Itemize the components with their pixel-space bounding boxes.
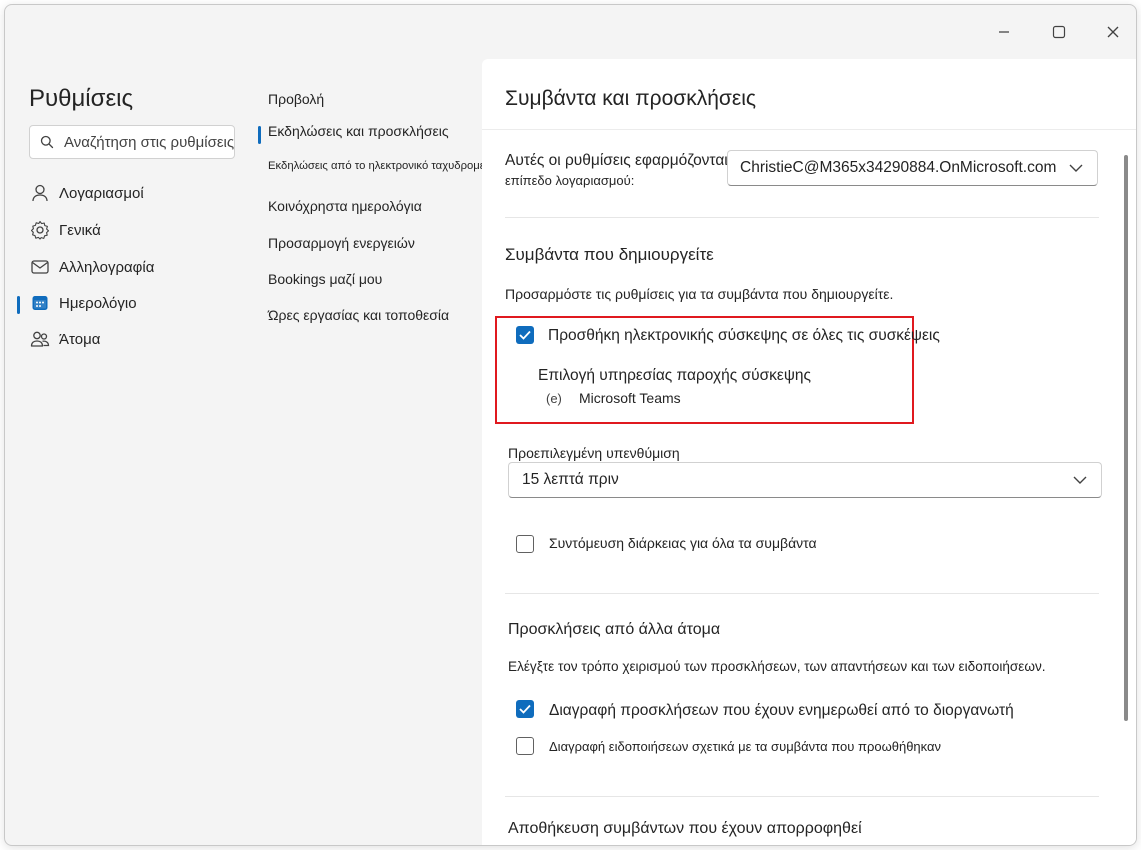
- gear-icon: [29, 219, 51, 241]
- account-dropdown[interactable]: ChristieC@M365x34290884.OnMicrosoft.com: [727, 150, 1098, 186]
- reminder-dropdown[interactable]: 15 λεπτά πριν: [508, 462, 1102, 498]
- account-dropdown-value: ChristieC@M365x34290884.OnMicrosoft.com: [740, 159, 1057, 176]
- settings-window: Ρυθμίσεις Λογαριασμοί Γενικά Αλληλογραφί…: [4, 4, 1137, 846]
- person-icon: [29, 182, 51, 204]
- nav-item-calendar[interactable]: Ημερολόγιο: [29, 287, 249, 319]
- minimize-button[interactable]: [984, 17, 1024, 47]
- close-icon: [1107, 26, 1119, 38]
- settings-panel: Συμβάντα και προσκλήσεις Αυτές οι ρυθμίσ…: [482, 59, 1136, 845]
- chevron-down-icon: [1069, 164, 1083, 172]
- subnav-item-events-from-email[interactable]: Εκδηλώσεις από το ηλεκτρονικό ταχυδρομεί…: [268, 160, 494, 172]
- minimize-icon: [999, 31, 1009, 33]
- events-section-heading: Συμβάντα που δημιουργείτε: [505, 245, 714, 264]
- title-bar: [5, 5, 1136, 59]
- subnav-item-events-invitations[interactable]: Εκδηλώσεις και προσκλήσεις: [268, 123, 449, 139]
- nav-item-label: Γενικά: [59, 221, 101, 239]
- subnav-item-work-hours[interactable]: Ώρες εργασίας και τοποθεσία: [268, 307, 449, 323]
- nav-item-accounts[interactable]: Λογαριασμοί: [29, 177, 249, 209]
- subnav-item-shared-calendars[interactable]: Κοινόχρηστα ημερολόγια: [268, 198, 422, 214]
- events-section-description: Προσαρμόστε τις ρυθμίσεις για τα συμβάντ…: [505, 286, 894, 302]
- search-icon: [40, 135, 54, 149]
- scrollbar[interactable]: [1124, 155, 1128, 721]
- account-scope-label-line2: επίπεδο λογαριασμού:: [505, 173, 635, 188]
- teams-icon: (e): [546, 391, 562, 406]
- delete-forwarded-notifications-label: Διαγραφή ειδοποιήσεων σχετικά με τα συμβ…: [549, 739, 942, 754]
- subnav-item-view[interactable]: Προβολή: [268, 91, 324, 107]
- shorten-duration-label: Συντόμευση διάρκειας για όλα τα συμβάντα: [549, 535, 817, 551]
- delete-updated-invitations-checkbox[interactable]: [516, 700, 534, 718]
- search-input[interactable]: [64, 133, 234, 151]
- section-divider: [505, 217, 1099, 218]
- checkmark-icon: [519, 330, 531, 340]
- add-online-meeting-checkbox[interactable]: [516, 326, 534, 344]
- settings-title: Ρυθμίσεις: [29, 85, 134, 112]
- reminder-label: Προεπιλεγμένη υπενθύμιση: [508, 445, 680, 461]
- meeting-provider-value[interactable]: Microsoft Teams: [579, 390, 681, 406]
- panel-header: Συμβάντα και προσκλήσεις: [482, 59, 1136, 130]
- checkmark-icon: [519, 704, 531, 714]
- nav-item-label: Άτομα: [59, 330, 101, 348]
- subnav-selected-indicator: [258, 126, 261, 144]
- reminder-dropdown-value: 15 λεπτά πριν: [522, 471, 619, 488]
- subnav-item-bookings[interactable]: Bookings μαζί μου: [268, 271, 382, 287]
- nav-item-label: Λογαριασμοί: [59, 184, 144, 202]
- nav-item-label: Ημερολόγιο: [59, 294, 137, 312]
- calendar-icon: [29, 292, 51, 314]
- nav-selected-indicator: [17, 296, 20, 314]
- account-scope-label-line1: Αυτές οι ρυθμίσεις εφαρμόζονται σε: [505, 152, 749, 169]
- invitations-section-description: Ελέγξτε τον τρόπο χειρισμού των προσκλήσ…: [508, 659, 1046, 674]
- close-button[interactable]: [1093, 17, 1133, 47]
- section-divider: [505, 796, 1099, 797]
- nav-item-mail[interactable]: Αλληλογραφία: [29, 251, 249, 283]
- maximize-button[interactable]: [1039, 17, 1079, 47]
- add-online-meeting-label: Προσθήκη ηλεκτρονικής σύσκεψης σε όλες τ…: [548, 327, 940, 344]
- nav-item-label: Αλληλογραφία: [59, 258, 155, 276]
- shorten-duration-checkbox[interactable]: [516, 535, 534, 553]
- nav-item-people[interactable]: Άτομα: [29, 323, 249, 355]
- maximize-icon: [1052, 25, 1066, 39]
- section-divider: [505, 593, 1099, 594]
- delete-forwarded-notifications-checkbox[interactable]: [516, 737, 534, 755]
- nav-item-general[interactable]: Γενικά: [29, 214, 249, 246]
- invitations-section-heading: Προσκλήσεις από άλλα άτομα: [508, 621, 721, 638]
- settings-search[interactable]: [29, 125, 235, 159]
- chevron-down-icon: [1073, 476, 1087, 484]
- absorbed-events-section-heading: Αποθήκευση συμβάντων που έχουν απορροφηθ…: [508, 820, 862, 837]
- page-title: Συμβάντα και προσκλήσεις: [505, 87, 757, 110]
- meeting-provider-label: Επιλογή υπηρεσίας παροχής σύσκεψης: [538, 367, 811, 384]
- mail-icon: [29, 256, 51, 278]
- people-icon: [29, 328, 51, 350]
- delete-updated-invitations-label: Διαγραφή προσκλήσεων που έχουν ενημερωθε…: [549, 702, 1014, 719]
- subnav-item-customize-actions[interactable]: Προσαρμογή ενεργειών: [268, 235, 415, 251]
